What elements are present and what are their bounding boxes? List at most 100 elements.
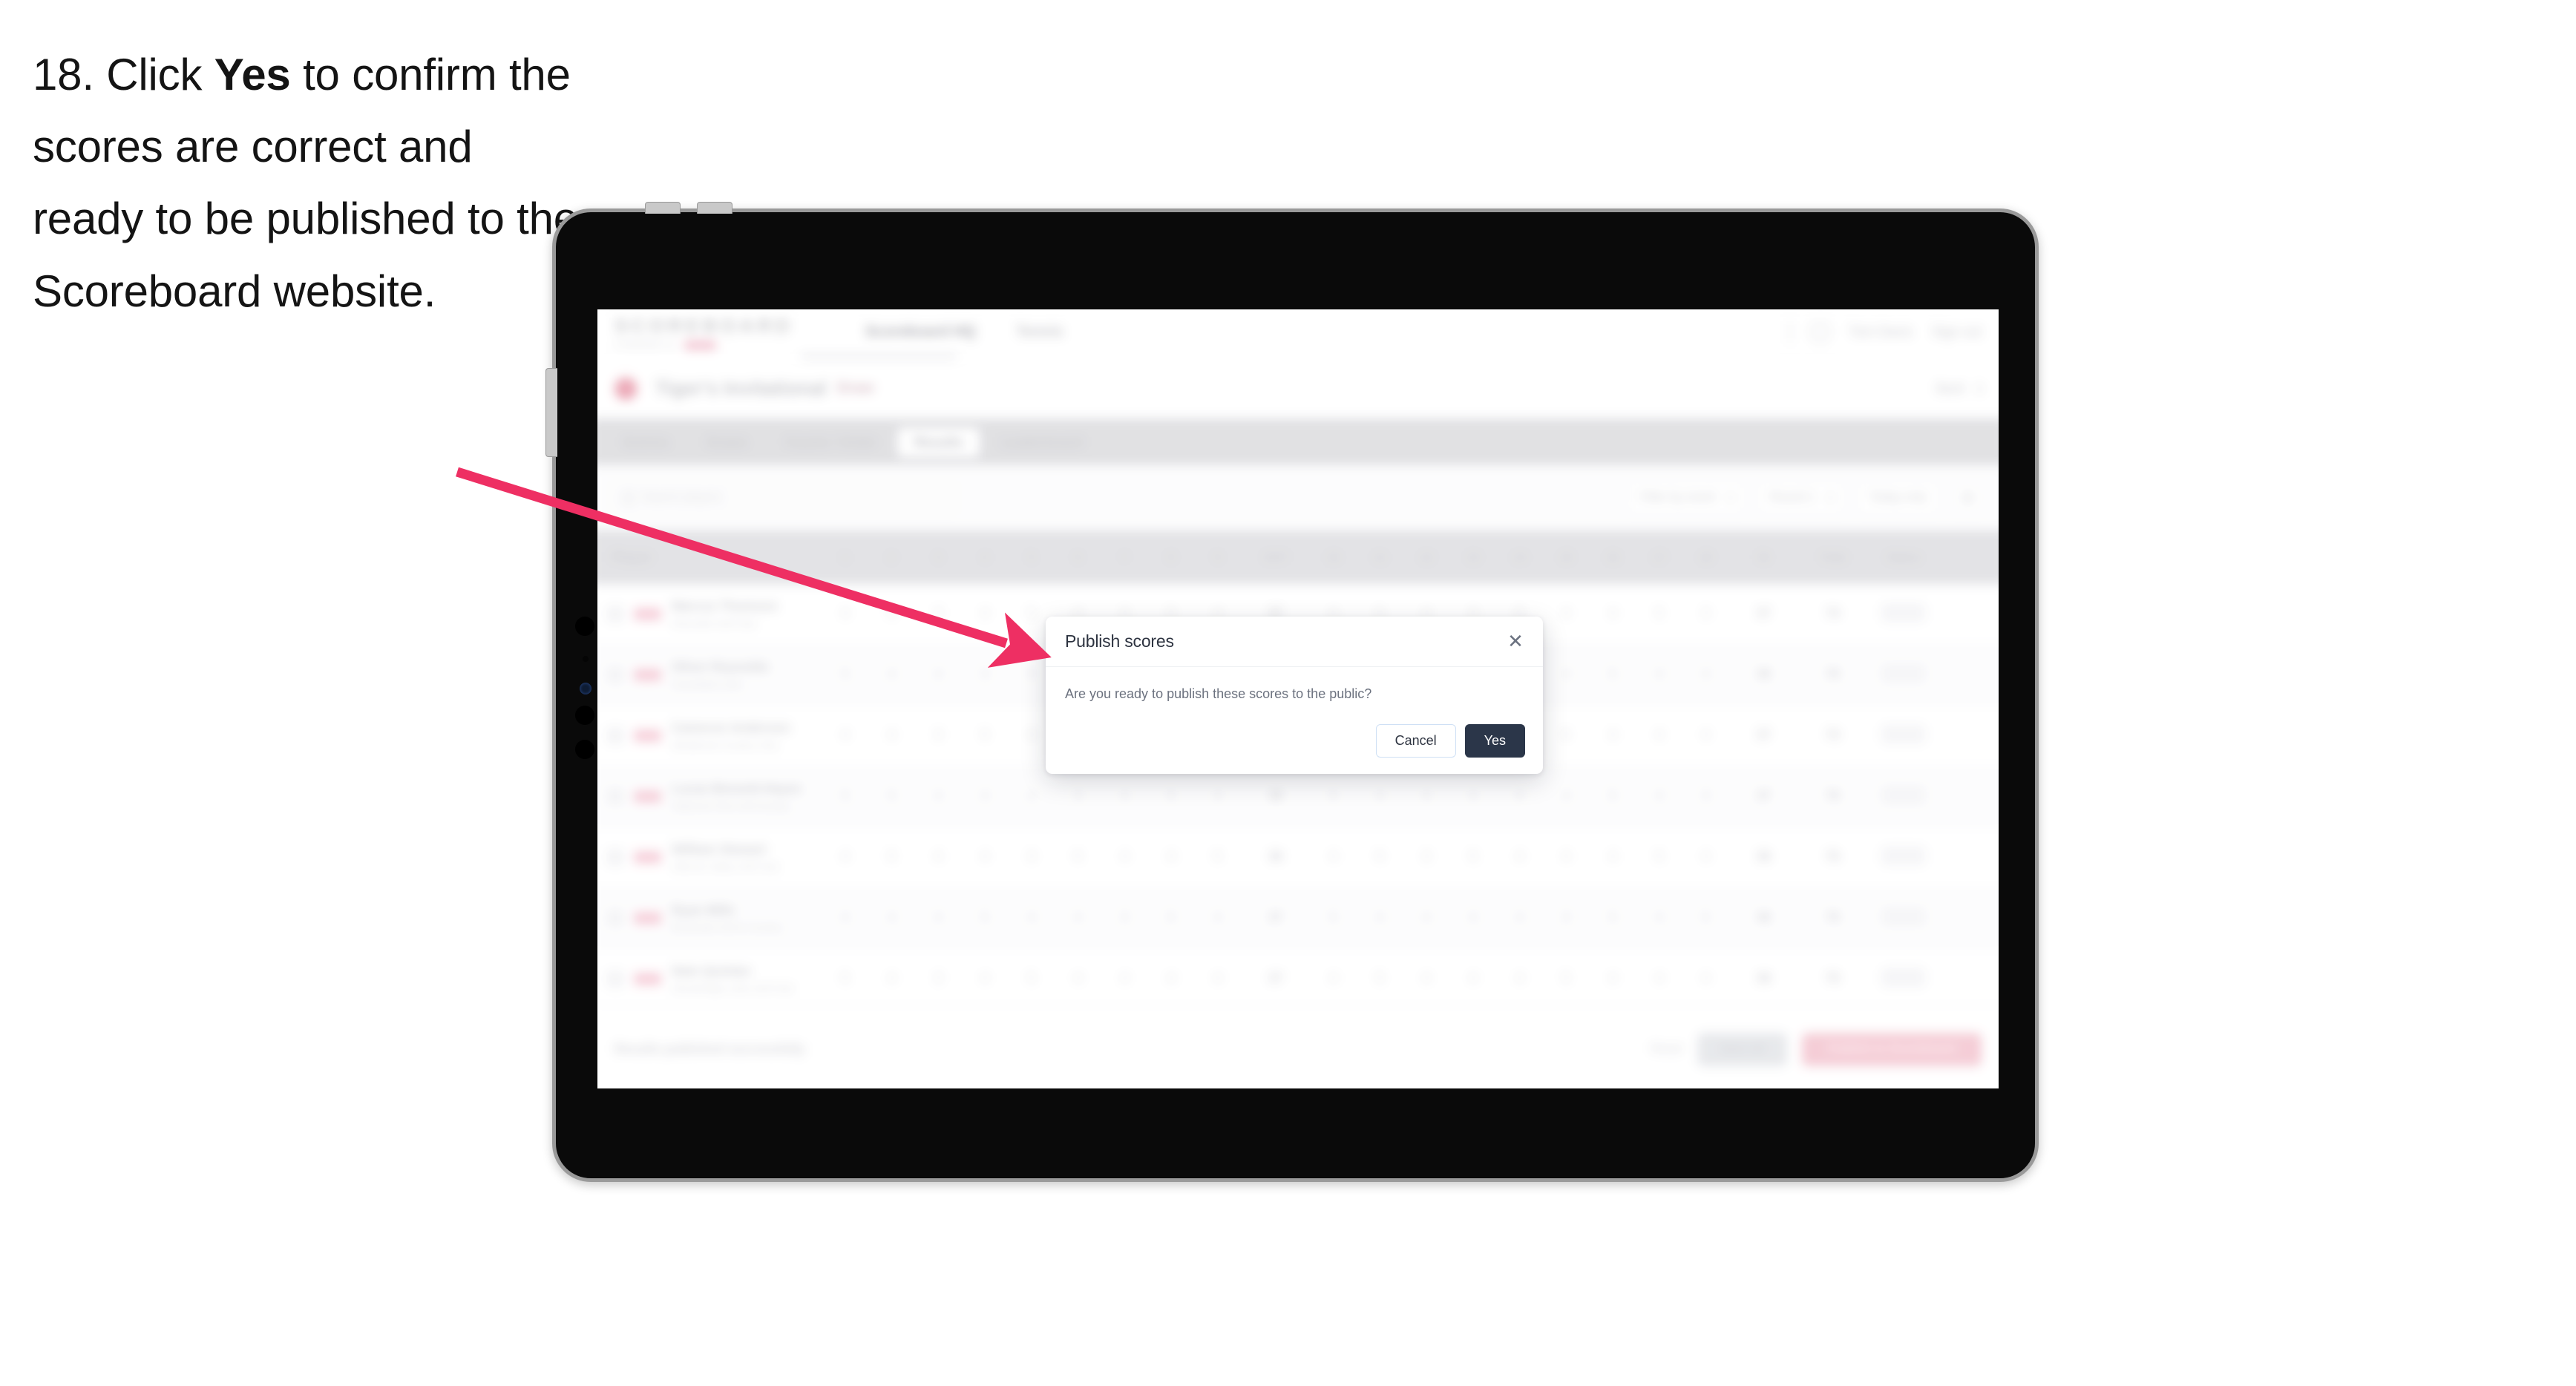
- cell-score[interactable]: 3: [915, 972, 962, 985]
- column-header-h12[interactable]: 12: [1403, 551, 1450, 563]
- row-checkbox[interactable]: [606, 849, 624, 866]
- close-icon[interactable]: ✕: [1504, 630, 1527, 652]
- cell-score[interactable]: 4: [1008, 789, 1055, 803]
- cell-score[interactable]: 3: [1008, 850, 1055, 864]
- cell-score[interactable]: 4: [1101, 850, 1148, 864]
- tab-draws[interactable]: Draws: [690, 427, 764, 456]
- power-button[interactable]: [545, 368, 557, 457]
- column-header-h10[interactable]: 10: [1310, 551, 1357, 563]
- column-header-h3[interactable]: 3: [915, 551, 962, 563]
- column-header-h16[interactable]: 16: [1590, 551, 1636, 563]
- cell-score[interactable]: 4: [822, 850, 868, 864]
- cell-score[interactable]: 4: [1357, 789, 1403, 803]
- cell-score[interactable]: 4: [1194, 972, 1241, 985]
- sign-out-link[interactable]: Sign out: [1932, 324, 1982, 340]
- cell-score[interactable]: 5: [868, 789, 915, 803]
- cell-score[interactable]: 5: [1590, 669, 1636, 682]
- tab-results[interactable]: Results: [897, 427, 980, 457]
- cell-score[interactable]: 4: [915, 911, 962, 924]
- column-header-h7[interactable]: 7: [1101, 551, 1148, 563]
- event-back-button[interactable]: Back: [1936, 381, 1984, 395]
- table-row[interactable]: William Stewart Hillcrest Valley Golf Clu…: [597, 827, 1999, 889]
- cell-score[interactable]: 4: [1543, 669, 1590, 682]
- cell-score[interactable]: 4: [1590, 608, 1636, 621]
- footer-reset-link[interactable]: Reset: [1651, 1042, 1682, 1056]
- cell-score[interactable]: 5: [1310, 911, 1357, 924]
- cell-score[interactable]: 3: [915, 608, 962, 621]
- cell-score[interactable]: 4: [962, 789, 1009, 803]
- column-header-h2[interactable]: 2: [868, 551, 915, 563]
- cell-score[interactable]: 5: [1636, 850, 1682, 864]
- cell-score[interactable]: 4: [915, 789, 962, 803]
- cell-score[interactable]: 4: [822, 729, 868, 742]
- cell-score[interactable]: 4: [1496, 911, 1543, 924]
- table-row[interactable]: Nate Quinlan Stonebridge Links Golf Club 5…: [597, 948, 1999, 1010]
- cell-score[interactable]: 5: [822, 669, 868, 682]
- cancel-button[interactable]: Cancel: [1375, 724, 1456, 758]
- cell-score[interactable]: 4: [1310, 850, 1357, 864]
- cell-score[interactable]: 4: [1449, 972, 1496, 985]
- cell-score[interactable]: 4: [1496, 850, 1543, 864]
- cell-score[interactable]: 3: [1403, 850, 1450, 864]
- cell-score[interactable]: 4: [1636, 729, 1682, 742]
- publish-to-scoreboard-button[interactable]: Publish to Scoreboard: [1802, 1032, 1982, 1066]
- cell-score[interactable]: 3: [1682, 789, 1729, 803]
- cell-score[interactable]: 5: [1310, 789, 1357, 803]
- row-checkbox[interactable]: [606, 788, 624, 805]
- cell-score[interactable]: 4: [1194, 789, 1241, 803]
- cell-score[interactable]: 4: [868, 972, 915, 985]
- column-header-h11[interactable]: 11: [1357, 551, 1403, 563]
- column-header-status[interactable]: Status: [1867, 551, 1939, 563]
- cell-score[interactable]: 5: [868, 850, 915, 864]
- volume-up-button[interactable]: [645, 202, 681, 214]
- column-header-h14[interactable]: 14: [1496, 551, 1543, 563]
- filter-today-button[interactable]: Today only: [1856, 481, 1940, 515]
- cell-score[interactable]: 4: [962, 850, 1009, 864]
- cell-score[interactable]: 5: [822, 789, 868, 803]
- column-header-h17[interactable]: 17: [1636, 551, 1682, 563]
- cell-score[interactable]: 5: [1357, 850, 1403, 864]
- list-view-icon[interactable]: [1951, 481, 1985, 515]
- nav-item-tennis[interactable]: Tennis: [1016, 323, 1063, 340]
- column-header-total[interactable]: Total: [1798, 551, 1867, 563]
- cell-score[interactable]: 3: [962, 669, 1009, 682]
- cell-score[interactable]: 5: [1148, 911, 1195, 924]
- cell-score[interactable]: 4: [1403, 789, 1450, 803]
- column-header-out[interactable]: OUT: [1241, 551, 1310, 563]
- tab-courts-order[interactable]: Courts / Order: [769, 427, 894, 456]
- cell-score[interactable]: 4: [1008, 911, 1055, 924]
- cell-score[interactable]: 5: [822, 972, 868, 985]
- cell-score[interactable]: 5: [1194, 850, 1241, 864]
- brand-logo[interactable]: SCOREBOARD POWERED BY: [614, 314, 793, 349]
- cell-score[interactable]: 3: [1543, 911, 1590, 924]
- cell-score[interactable]: 3: [1055, 789, 1101, 803]
- table-row[interactable]: Ryan Mills Brookvale Golf & Country 4 4 4 5 4 4…: [597, 888, 1999, 949]
- cell-score[interactable]: 5: [962, 729, 1009, 742]
- user-name-label[interactable]: Tom Davis: [1849, 324, 1913, 340]
- row-checkbox[interactable]: [606, 970, 624, 988]
- cell-score[interactable]: 4: [915, 850, 962, 864]
- cell-score[interactable]: 4: [1636, 789, 1682, 803]
- cell-score[interactable]: 5: [1543, 972, 1590, 985]
- cell-score[interactable]: 4: [1590, 850, 1636, 864]
- column-header-player[interactable]: Player: [597, 549, 822, 565]
- cell-score[interactable]: 4: [1496, 789, 1543, 803]
- row-checkbox[interactable]: [606, 910, 624, 927]
- nav-item-scoreboard-hq[interactable]: Scoreboard HQ: [865, 323, 975, 340]
- column-header-h1[interactable]: 1: [822, 551, 868, 563]
- cell-score[interactable]: 4: [1636, 911, 1682, 924]
- cell-score[interactable]: 4: [1636, 972, 1682, 985]
- cell-score[interactable]: 4: [1357, 911, 1403, 924]
- cell-score[interactable]: 3: [915, 729, 962, 742]
- cell-score[interactable]: 4: [822, 608, 868, 621]
- cell-score[interactable]: 5: [1055, 850, 1101, 864]
- cell-score[interactable]: 4: [1682, 729, 1729, 742]
- cell-score[interactable]: 5: [1543, 729, 1590, 742]
- column-header-h5[interactable]: 5: [1008, 551, 1055, 563]
- column-header-h13[interactable]: 13: [1449, 551, 1496, 563]
- cell-score[interactable]: 4: [1194, 911, 1241, 924]
- cell-score[interactable]: 4: [1543, 608, 1590, 621]
- cell-score[interactable]: 4: [1590, 729, 1636, 742]
- cell-score[interactable]: 3: [1682, 608, 1729, 621]
- cell-score[interactable]: 4: [915, 669, 962, 682]
